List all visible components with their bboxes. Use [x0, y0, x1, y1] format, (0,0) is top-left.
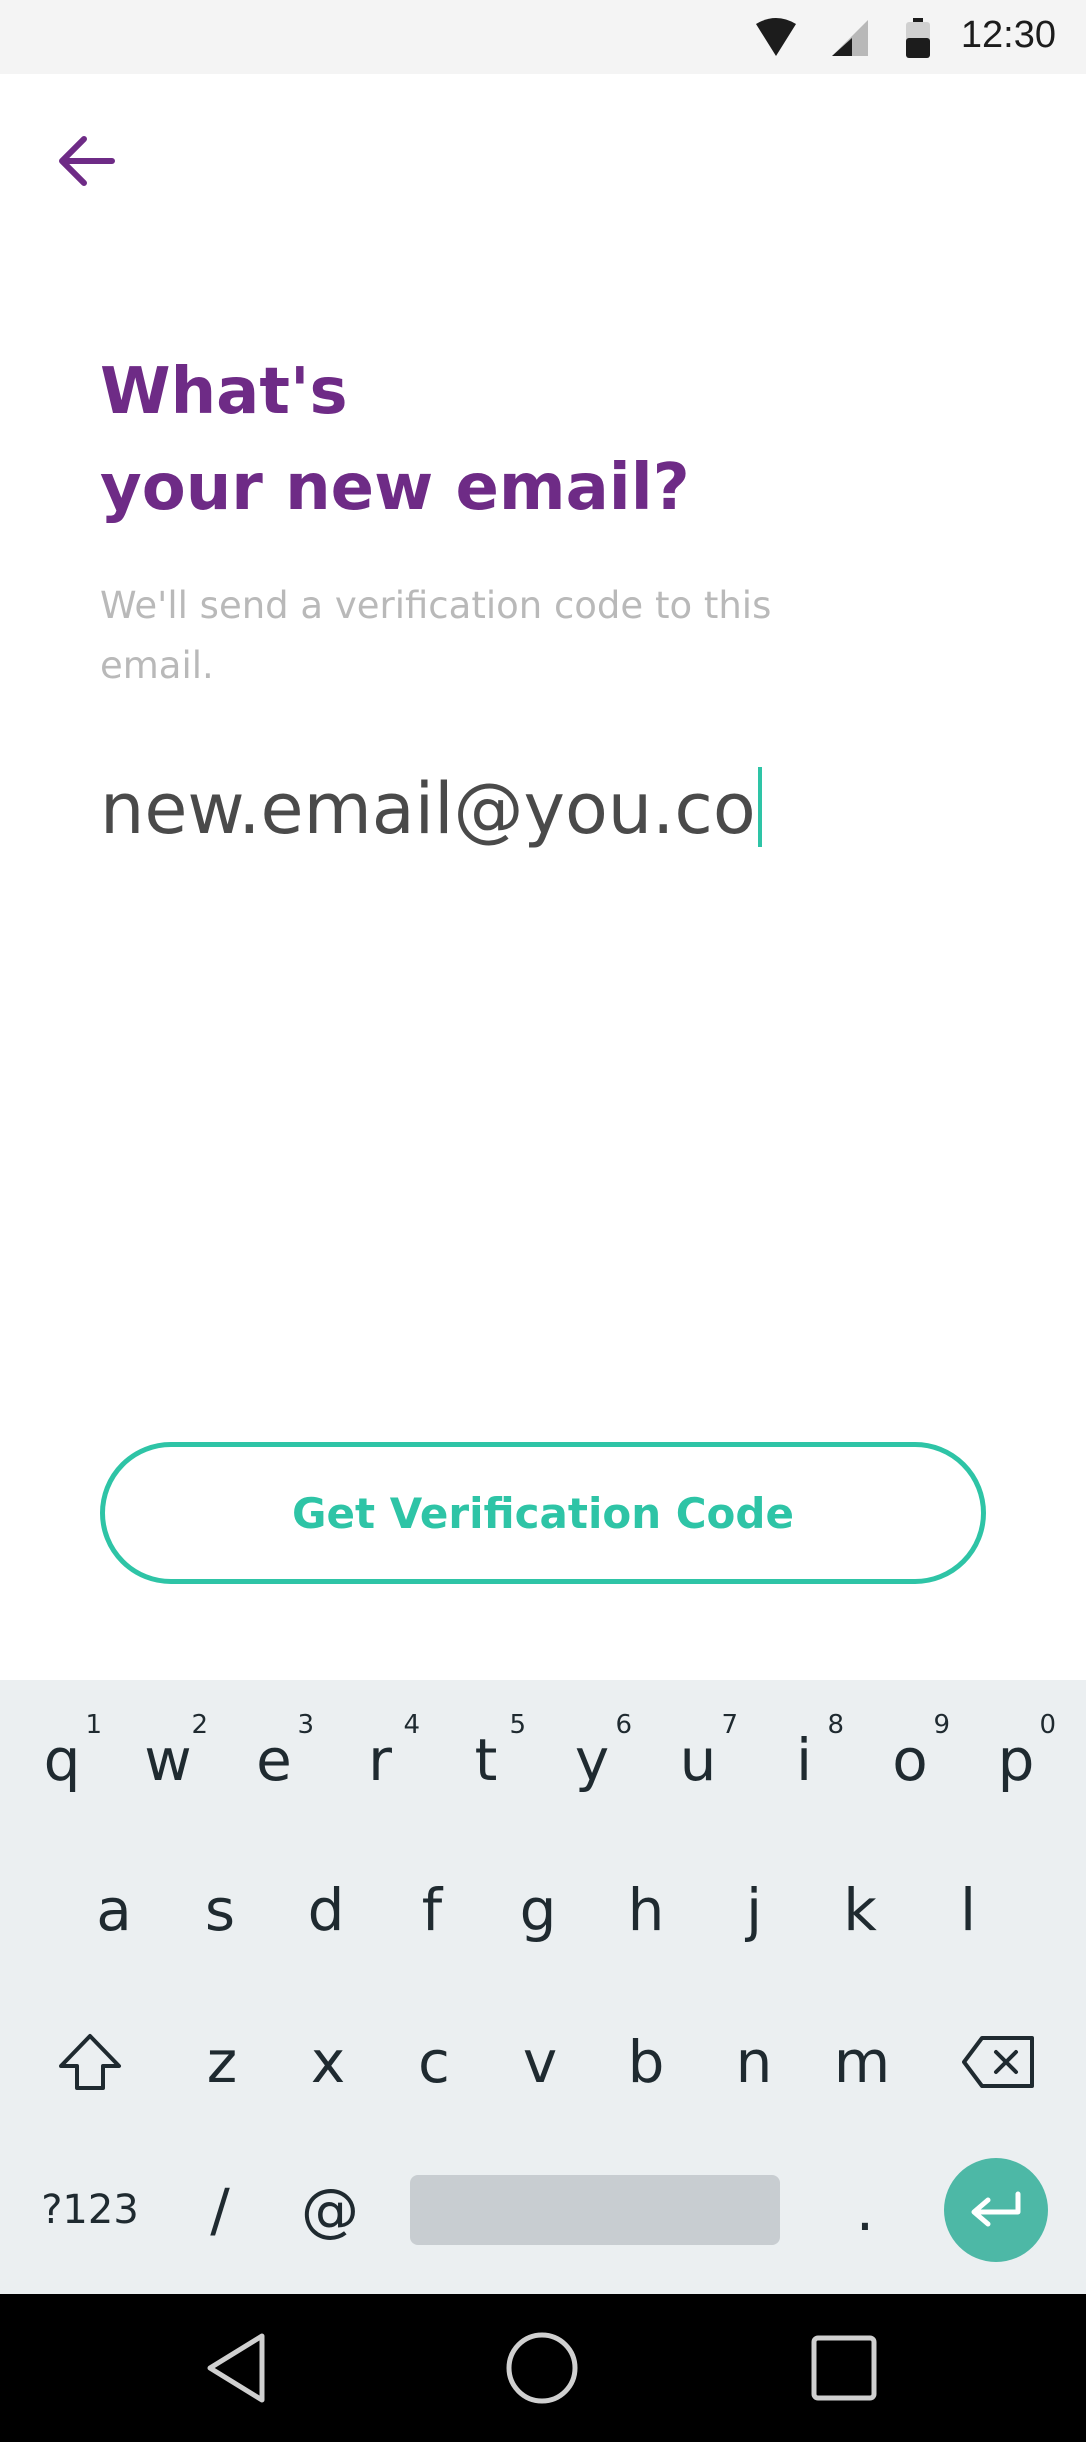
soft-keyboard: q1w2e3r4t5y6u7i8o9p0 asdfghjkl zxcvbnm ?…	[0, 1680, 1086, 2294]
period-key[interactable]: .	[820, 2150, 910, 2270]
enter-key[interactable]	[944, 2158, 1048, 2262]
keyboard-row-4: ?123 / @ .	[0, 1680, 1086, 2294]
email-field[interactable]: new.email@you.co	[100, 754, 1000, 864]
cell-signal-icon	[830, 18, 870, 62]
nav-home-button[interactable]	[502, 2328, 582, 2408]
space-key[interactable]	[410, 2175, 780, 2245]
status-time: 12:30	[960, 14, 1056, 56]
enter-icon	[971, 2191, 1021, 2227]
wifi-icon	[754, 18, 798, 62]
back-triangle-icon	[207, 2333, 265, 2403]
text-caret	[757, 767, 762, 847]
recents-square-icon	[811, 2335, 877, 2401]
back-button[interactable]	[52, 126, 122, 196]
status-bar: 12:30	[0, 0, 1086, 74]
battery-icon	[906, 18, 930, 62]
email-input-value: new.email@you.co	[100, 768, 756, 850]
title-line-2: your new email?	[100, 451, 690, 525]
home-circle-icon	[506, 2332, 578, 2404]
at-key[interactable]: @	[280, 2150, 380, 2270]
subtitle: We'll send a verification code to this e…	[100, 584, 772, 687]
get-verification-code-button[interactable]: Get Verification Code	[100, 1442, 986, 1584]
arrow-left-icon	[59, 136, 115, 186]
nav-back-button[interactable]	[200, 2328, 280, 2408]
slash-key[interactable]: /	[180, 2150, 260, 2270]
title-line-1: What's	[100, 355, 348, 429]
system-nav-bar	[0, 2294, 1086, 2442]
nav-recents-button[interactable]	[804, 2328, 884, 2408]
symbols-key[interactable]: ?123	[20, 2150, 160, 2270]
page-title: What's your new email?	[100, 344, 1000, 536]
change-email-screen: What's your new email? We'll send a veri…	[0, 74, 1086, 1680]
